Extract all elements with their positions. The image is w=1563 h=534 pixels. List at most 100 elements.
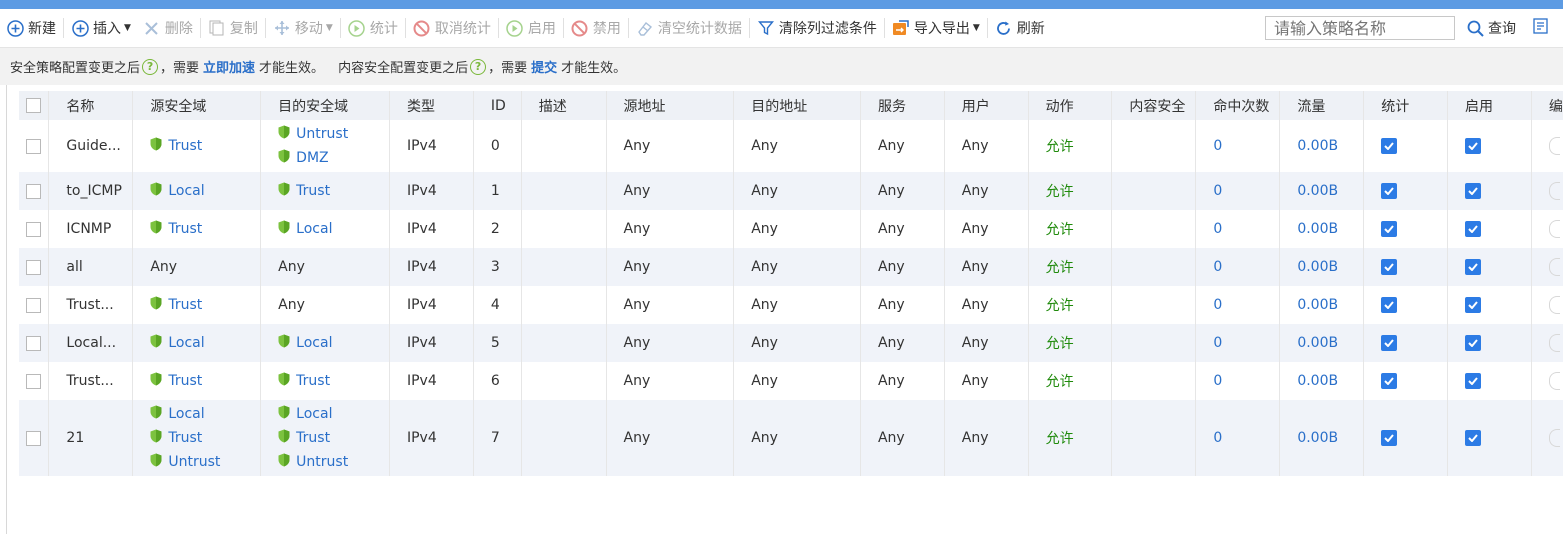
policy-name[interactable]: 21 <box>48 400 134 476</box>
column-header[interactable]: 启用 <box>1447 91 1532 120</box>
column-header[interactable]: 统计 <box>1363 91 1449 120</box>
row-checkbox[interactable] <box>19 120 50 172</box>
traffic[interactable]: 0.00B <box>1279 324 1365 362</box>
column-header[interactable]: 类型 <box>389 91 474 120</box>
insert-button[interactable]: 插入 ▼ <box>65 13 137 43</box>
edit-cell[interactable] <box>1531 172 1563 210</box>
security-zone[interactable]: DMZ <box>278 146 388 170</box>
edit-cell[interactable] <box>1531 120 1563 172</box>
row-checkbox[interactable] <box>19 172 50 210</box>
clear-filters-button[interactable]: 清除列过滤条件 <box>751 13 883 43</box>
stats-checkbox[interactable] <box>1363 400 1449 476</box>
enable-checkbox[interactable] <box>1447 362 1532 400</box>
policy-search-input[interactable] <box>1265 16 1455 40</box>
column-header[interactable]: 流量 <box>1279 91 1365 120</box>
enable-checkbox[interactable] <box>1447 172 1532 210</box>
copy-button[interactable]: 复制 <box>202 13 264 43</box>
policy-name[interactable]: all <box>48 248 134 286</box>
row-checkbox[interactable] <box>19 324 50 362</box>
column-header[interactable]: 动作 <box>1028 91 1113 120</box>
traffic[interactable]: 0.00B <box>1279 286 1365 324</box>
security-zone[interactable]: Untrust <box>278 122 388 146</box>
table-row[interactable]: Local... Local Local IPv4 5 Any Any Any Any 允许 0 0.… <box>19 324 1563 362</box>
policy-name[interactable]: to_ICMP <box>48 172 134 210</box>
delete-button[interactable]: 删除 <box>137 13 199 43</box>
enable-checkbox[interactable] <box>1447 286 1532 324</box>
table-row[interactable]: Trust... Trust Any IPv4 4 Any Any Any Any 允许 0 0.00… <box>19 286 1563 324</box>
hit-count[interactable]: 0 <box>1195 400 1281 476</box>
security-zone[interactable]: Trust <box>150 217 259 241</box>
refresh-button[interactable]: 刷新 <box>989 13 1051 43</box>
edit-cell[interactable] <box>1531 324 1563 362</box>
enable-checkbox[interactable] <box>1447 210 1532 248</box>
row-checkbox[interactable] <box>19 210 50 248</box>
security-zone[interactable]: Trust <box>278 426 388 450</box>
row-checkbox[interactable] <box>19 400 50 476</box>
accelerate-link[interactable]: 立即加速 <box>203 57 255 76</box>
row-checkbox[interactable] <box>19 362 50 400</box>
security-zone[interactable]: Trust <box>150 369 259 393</box>
stats-checkbox[interactable] <box>1363 210 1449 248</box>
security-zone[interactable]: Local <box>278 331 388 355</box>
column-header[interactable]: 名称 <box>48 91 134 120</box>
new-button[interactable]: 新建 <box>0 13 62 43</box>
disable-button[interactable]: 禁用 <box>565 13 627 43</box>
security-zone[interactable]: Trust <box>278 369 388 393</box>
security-zone[interactable]: Local <box>278 217 388 241</box>
edit-cell[interactable] <box>1531 210 1563 248</box>
enable-checkbox[interactable] <box>1447 120 1532 172</box>
security-zone[interactable]: Trust <box>278 179 388 203</box>
enable-checkbox[interactable] <box>1447 248 1532 286</box>
edit-cell[interactable] <box>1531 248 1563 286</box>
traffic[interactable]: 0.00B <box>1279 120 1365 172</box>
stats-checkbox[interactable] <box>1363 248 1449 286</box>
table-row[interactable]: ICNMP Trust Local IPv4 2 Any Any Any Any 允许 0 0.00B <box>19 210 1563 248</box>
traffic[interactable]: 0.00B <box>1279 248 1365 286</box>
query-button[interactable]: 查询 <box>1460 14 1522 42</box>
stats-checkbox[interactable] <box>1363 172 1449 210</box>
import-export-button[interactable]: 导入导出 ▼ <box>886 13 986 43</box>
policy-name[interactable]: Local... <box>48 324 134 362</box>
enable-checkbox[interactable] <box>1447 324 1532 362</box>
column-header[interactable]: 编 <box>1531 91 1563 120</box>
security-zone[interactable]: Trust <box>150 134 259 158</box>
stats-checkbox[interactable] <box>1363 120 1449 172</box>
traffic[interactable]: 0.00B <box>1279 172 1365 210</box>
submit-link[interactable]: 提交 <box>531 57 557 76</box>
traffic[interactable]: 0.00B <box>1279 400 1365 476</box>
column-settings-icon[interactable] <box>1533 17 1551 39</box>
security-zone[interactable]: Local <box>150 179 259 203</box>
row-checkbox[interactable] <box>19 248 50 286</box>
column-header[interactable]: 源安全域 <box>132 91 262 120</box>
stats-checkbox[interactable] <box>1363 286 1449 324</box>
policy-name[interactable]: Trust... <box>48 286 134 324</box>
hit-count[interactable]: 0 <box>1195 324 1281 362</box>
column-header[interactable]: 源地址 <box>606 91 735 120</box>
security-zone[interactable]: Local <box>150 402 259 426</box>
table-row[interactable]: all Any Any IPv4 3 Any Any Any Any 允许 0 0.00B <box>19 248 1563 286</box>
column-header[interactable]: ID <box>473 91 522 120</box>
column-header[interactable]: 内容安全 <box>1111 91 1197 120</box>
column-header[interactable]: 目的地址 <box>733 91 861 120</box>
table-row[interactable]: Guide... Trust Untrust DMZ IPv4 0 Any Any Any Any… <box>19 120 1563 172</box>
clear-stats-button[interactable]: 清空统计数据 <box>630 13 748 43</box>
security-zone[interactable]: Trust <box>150 426 259 450</box>
cancel-stats-button[interactable]: 取消统计 <box>407 13 497 43</box>
hit-count[interactable]: 0 <box>1195 210 1281 248</box>
edit-cell[interactable] <box>1531 362 1563 400</box>
security-zone[interactable]: Untrust <box>278 450 388 474</box>
table-row[interactable]: 21 Local Trust Untrust Local Trust Untrust IPv4… <box>19 400 1563 476</box>
help-icon[interactable]: ? <box>142 58 159 75</box>
stats-checkbox[interactable] <box>1363 324 1449 362</box>
enable-checkbox[interactable] <box>1447 400 1532 476</box>
hit-count[interactable]: 0 <box>1195 248 1281 286</box>
hit-count[interactable]: 0 <box>1195 286 1281 324</box>
select-all-checkbox[interactable] <box>19 91 50 120</box>
traffic[interactable]: 0.00B <box>1279 210 1365 248</box>
traffic[interactable]: 0.00B <box>1279 362 1365 400</box>
security-zone[interactable]: Untrust <box>150 450 259 474</box>
stats-checkbox[interactable] <box>1363 362 1449 400</box>
enable-button[interactable]: 启用 <box>500 13 562 43</box>
column-header[interactable]: 用户 <box>944 91 1029 120</box>
edit-cell[interactable] <box>1531 286 1563 324</box>
